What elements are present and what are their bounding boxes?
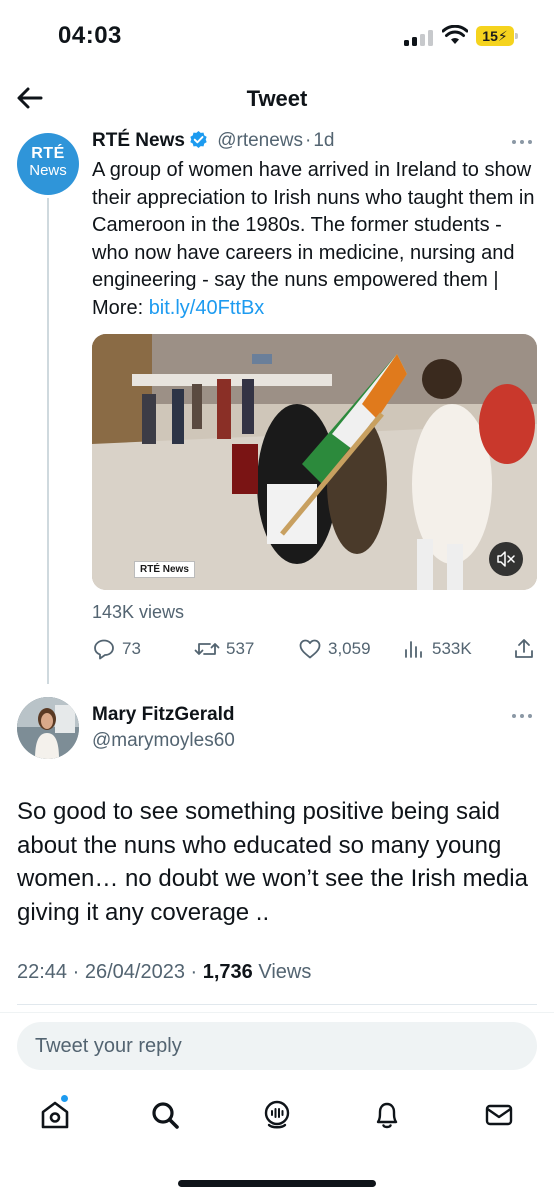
author-name[interactable]: RTÉ News	[92, 130, 185, 151]
more-options-icon[interactable]	[512, 137, 536, 147]
tweet-link[interactable]: bit.ly/40FttBx	[149, 297, 265, 319]
reply-author-name[interactable]: Mary FitzGerald	[92, 704, 235, 726]
retweet-button[interactable]: 537	[194, 636, 254, 662]
tweet-video[interactable]: RTÉ News	[92, 334, 537, 590]
battery-icon: 15⚡	[476, 26, 518, 46]
tweet-text: A group of women have arrived in Ireland…	[92, 157, 537, 322]
author-handle[interactable]: @rtenews	[217, 130, 303, 151]
video-frame	[92, 334, 537, 590]
like-button[interactable]: 3,059	[298, 636, 371, 662]
analytics-count: 533K	[432, 639, 472, 658]
reply-count: 73	[122, 639, 141, 658]
avatar-photo	[17, 697, 79, 759]
status-time: 04:03	[58, 22, 122, 49]
reply-views-count: 1,736	[202, 961, 253, 983]
tweet-actions: 73 537 3,059 533K	[92, 636, 542, 662]
reply-more-options-icon[interactable]	[512, 711, 536, 721]
reply-button[interactable]: 73	[92, 636, 141, 662]
thread-line	[47, 198, 49, 684]
reply-input[interactable]: Tweet your reply	[17, 1022, 537, 1070]
analytics-icon	[405, 641, 422, 658]
mary-avatar[interactable]	[17, 697, 79, 759]
verified-badge-icon	[190, 130, 207, 149]
header: Tweet	[0, 72, 554, 126]
share-icon	[515, 639, 533, 658]
tweet-time: 1d	[313, 130, 335, 151]
rte-avatar[interactable]: RTÉ News	[17, 133, 79, 195]
tweet-body: A group of women have arrived in Ireland…	[92, 159, 535, 319]
wifi-icon	[442, 25, 468, 44]
reply-meta: 22:44 · 26/04/2023 · 1,736 Views	[17, 961, 312, 983]
home-icon[interactable]	[38, 1098, 72, 1132]
reply-icon	[94, 639, 114, 660]
avatar-logo-line1: RTÉ	[31, 145, 65, 162]
reply-views-label: Views	[258, 961, 312, 983]
home-indicator	[178, 1180, 376, 1187]
like-count: 3,059	[328, 639, 371, 658]
divider	[0, 1012, 554, 1013]
analytics-button[interactable]: 533K	[402, 636, 472, 662]
retweet-icon	[194, 643, 220, 655]
reply-text: So good to see something positive being …	[17, 798, 528, 926]
page-title: Tweet	[246, 86, 308, 111]
avatar-logo-line2: News	[29, 162, 67, 179]
search-icon[interactable]	[148, 1098, 182, 1132]
tweet-header: RTÉ News @rtenews · 1d	[92, 130, 335, 151]
notifications-icon[interactable]	[370, 1098, 404, 1132]
notification-dot	[60, 1094, 69, 1103]
video-watermark: RTÉ News	[134, 561, 195, 578]
messages-icon[interactable]	[482, 1098, 516, 1132]
reply-date: 26/04/2023	[84, 961, 185, 983]
divider	[17, 1004, 537, 1005]
retweet-count: 537	[226, 639, 255, 658]
signal-icon	[404, 30, 434, 46]
battery-level: 15	[482, 28, 498, 44]
bottom-nav	[0, 1090, 554, 1150]
heart-icon	[299, 639, 321, 659]
spaces-icon[interactable]	[260, 1098, 294, 1132]
mute-icon[interactable]	[489, 542, 523, 576]
tweet-views: 143K views	[92, 602, 185, 622]
share-button[interactable]	[512, 636, 542, 662]
reply-author-handle[interactable]: @marymoyles60	[92, 730, 235, 752]
reply-time: 22:44	[17, 961, 68, 983]
status-bar: 04:03 15⚡	[0, 0, 554, 70]
